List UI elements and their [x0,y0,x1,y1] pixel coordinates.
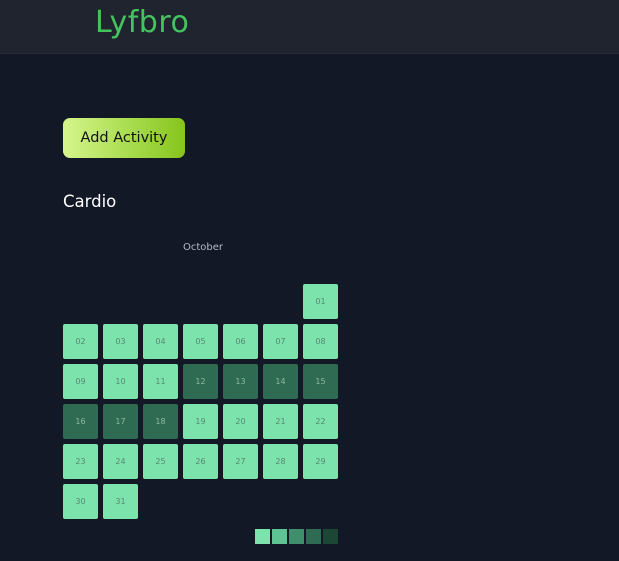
calendar-day-cell[interactable]: 17 [103,404,138,439]
intensity-legend [255,529,338,544]
calendar-day-cell[interactable]: 24 [103,444,138,479]
calendar-day-cell[interactable]: 20 [223,404,258,439]
calendar-empty-cell [143,284,178,319]
calendar-day-cell[interactable]: 28 [263,444,298,479]
calendar-day-cell[interactable]: 10 [103,364,138,399]
calendar-day-cell[interactable]: 26 [183,444,218,479]
activity-calendar-grid: 01 02 03 04 05 06 07 08 09 10 11 12 13 14 15 16 17 18 19 20… [63,284,338,519]
calendar-day-cell[interactable]: 11 [143,364,178,399]
legend-swatch [255,529,270,544]
calendar-day-cell[interactable]: 27 [223,444,258,479]
calendar-empty-cell [263,284,298,319]
calendar-day-cell[interactable]: 07 [263,324,298,359]
calendar-day-cell[interactable]: 04 [143,324,178,359]
calendar-day-cell[interactable]: 23 [63,444,98,479]
calendar-day-cell[interactable]: 18 [143,404,178,439]
calendar-day-cell[interactable]: 12 [183,364,218,399]
legend-swatch [306,529,321,544]
calendar-day-cell[interactable]: 29 [303,444,338,479]
calendar-day-cell[interactable]: 25 [143,444,178,479]
calendar-day-cell[interactable]: 16 [63,404,98,439]
calendar-day-cell[interactable]: 14 [263,364,298,399]
app-logo[interactable]: Lyfbro [95,4,189,42]
calendar-day-cell[interactable]: 01 [303,284,338,319]
activity-section-title: Cardio [63,192,117,211]
calendar-day-cell[interactable]: 02 [63,324,98,359]
add-activity-button[interactable]: Add Activity [63,118,185,158]
legend-swatch [289,529,304,544]
calendar-day-cell[interactable]: 03 [103,324,138,359]
calendar-day-cell[interactable]: 13 [223,364,258,399]
calendar-empty-cell [103,284,138,319]
calendar-day-cell[interactable]: 09 [63,364,98,399]
calendar-empty-cell [63,284,98,319]
legend-swatch [323,529,338,544]
calendar-day-cell[interactable]: 31 [103,484,138,519]
calendar-day-cell[interactable]: 30 [63,484,98,519]
calendar-day-cell[interactable]: 06 [223,324,258,359]
calendar-day-cell[interactable]: 19 [183,404,218,439]
calendar-day-cell[interactable]: 08 [303,324,338,359]
calendar-day-cell[interactable]: 05 [183,324,218,359]
calendar-empty-cell [223,284,258,319]
calendar-day-cell[interactable]: 22 [303,404,338,439]
calendar-empty-cell [183,284,218,319]
calendar-day-cell[interactable]: 15 [303,364,338,399]
top-navigation-bar: Lyfbro [0,0,619,54]
legend-swatch [272,529,287,544]
calendar-day-cell[interactable]: 21 [263,404,298,439]
calendar-month-label: October [182,242,224,253]
